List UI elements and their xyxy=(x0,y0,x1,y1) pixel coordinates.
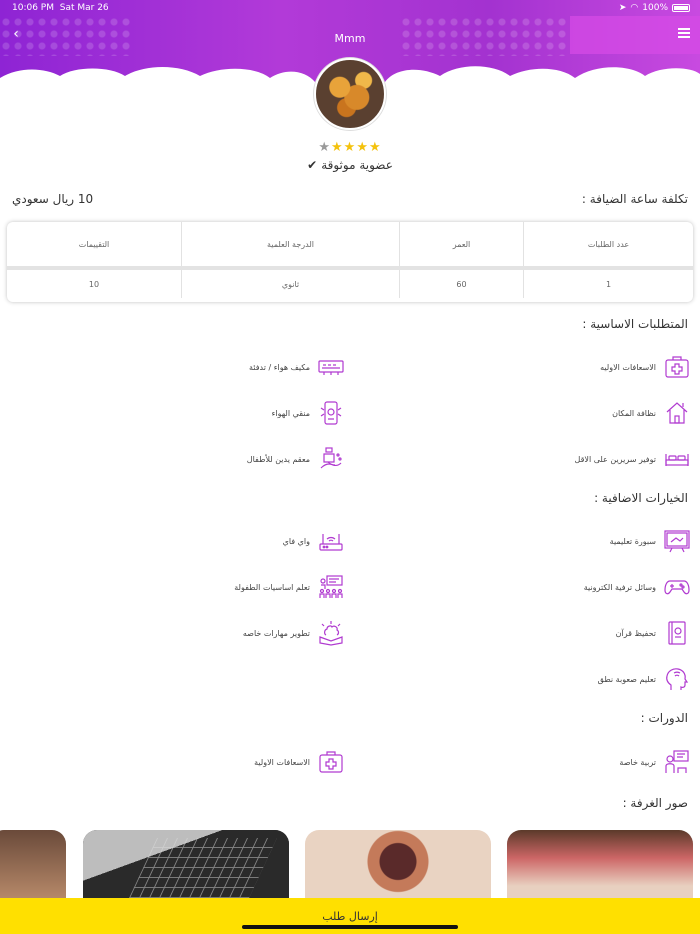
feature-item: تعلم اساسيات الطفولة xyxy=(234,574,344,600)
membership-status: عضوية موثوقة ✔ xyxy=(0,158,700,172)
teacher-icon xyxy=(664,749,690,775)
wifi-icon: ◠ xyxy=(630,3,639,13)
status-bar: 10:06 PM Sat Mar 26 ➤ ◠ 100% xyxy=(0,0,700,16)
menu-button[interactable] xyxy=(678,28,690,38)
section-title-courses: الدورات : xyxy=(640,711,688,725)
table-header-cell: الدرجة العلمية xyxy=(181,222,399,266)
room-photo[interactable] xyxy=(507,830,693,900)
table-header-cell: التقييمات xyxy=(78,239,110,249)
feature-item: معقم يدين للأطفال xyxy=(247,446,344,472)
feature-item: واي فاي xyxy=(283,528,344,554)
battery-icon xyxy=(672,4,690,12)
feature-item: تطوير مهارات خاصه xyxy=(243,620,344,646)
table-header-cell: العمر xyxy=(399,222,523,266)
table-header-cell: عدد الطلبات xyxy=(523,222,693,266)
location-icon: ➤ xyxy=(618,3,627,13)
room-photo[interactable] xyxy=(83,830,289,900)
feature-item: مكيف هواء / تدفئة xyxy=(249,354,344,380)
star-icon: ★ xyxy=(368,140,382,155)
star-icon: ★ xyxy=(318,140,332,155)
home-indicator xyxy=(242,925,458,929)
cost-value: 10 ريال سعودي xyxy=(12,192,94,206)
send-request-label: إرسال طلب xyxy=(322,909,378,923)
feature-item: تربية خاصة xyxy=(619,749,690,775)
table-row: 1 60 ثانوي 10 xyxy=(7,270,693,298)
table-cell: 1 xyxy=(523,270,693,298)
gamepad-icon xyxy=(664,574,690,600)
table-header-row: عدد الطلبات العمر الدرجة العلمية التقييم… xyxy=(7,222,693,266)
table-cell: 10 xyxy=(88,279,100,289)
first-aid-icon xyxy=(664,354,690,380)
feature-item: توفير سريرين على الاقل xyxy=(575,446,690,472)
star-icon: ★ xyxy=(331,140,344,155)
hand-sanitizer-icon xyxy=(318,446,344,472)
room-photo[interactable] xyxy=(305,830,491,900)
rating-stars: ★★★★★ xyxy=(0,140,700,155)
wifi-router-icon xyxy=(318,528,344,554)
feature-item: الاسعافات الاوليه xyxy=(600,354,690,380)
brain-book-icon xyxy=(318,620,344,646)
star-icon: ★ xyxy=(343,140,357,155)
bed-icon xyxy=(664,446,690,472)
whiteboard-icon xyxy=(664,528,690,554)
check-icon: ✔ xyxy=(307,158,318,172)
membership-label: عضوية موثوقة xyxy=(321,158,393,172)
air-purifier-icon xyxy=(318,400,344,426)
star-icon: ★ xyxy=(356,140,369,155)
table-cell: ثانوي xyxy=(181,270,399,298)
classroom-icon xyxy=(318,574,344,600)
feature-item: تعليم صعوبة نطق xyxy=(598,666,690,692)
room-photo[interactable] xyxy=(0,830,66,900)
battery-percent: 100% xyxy=(642,3,668,13)
feature-item: الاسعافات الاولية xyxy=(254,749,344,775)
profile-avatar xyxy=(314,58,386,130)
quran-icon xyxy=(664,620,690,646)
status-date: Sat Mar 26 xyxy=(59,3,109,13)
section-title-extra: الخيارات الاضافية : xyxy=(594,491,688,505)
page-title: Mmm xyxy=(334,32,366,45)
status-time: 10:06 PM xyxy=(12,3,54,13)
section-title-photos: صور الغرفة : xyxy=(622,796,688,810)
clean-house-icon xyxy=(664,400,690,426)
cost-label: تكلفة ساعة الضيافة : xyxy=(581,192,688,206)
first-aid-icon xyxy=(318,749,344,775)
info-table: عدد الطلبات العمر الدرجة العلمية التقييم… xyxy=(7,222,693,302)
room-photos-gallery[interactable] xyxy=(0,830,700,900)
feature-item: تحفيظ قرآن xyxy=(616,620,690,646)
feature-item: سبورة تعليمية xyxy=(610,528,690,554)
speech-icon xyxy=(664,666,690,692)
air-conditioner-icon xyxy=(318,354,344,380)
feature-item: نظافة المكان xyxy=(612,400,690,426)
section-title-basic: المتطلبات الاساسية : xyxy=(582,317,688,331)
feature-item: وسائل ترفية الكترونية xyxy=(584,574,690,600)
table-cell: 60 xyxy=(399,270,523,298)
feature-item: منقي الهواء xyxy=(272,400,344,426)
